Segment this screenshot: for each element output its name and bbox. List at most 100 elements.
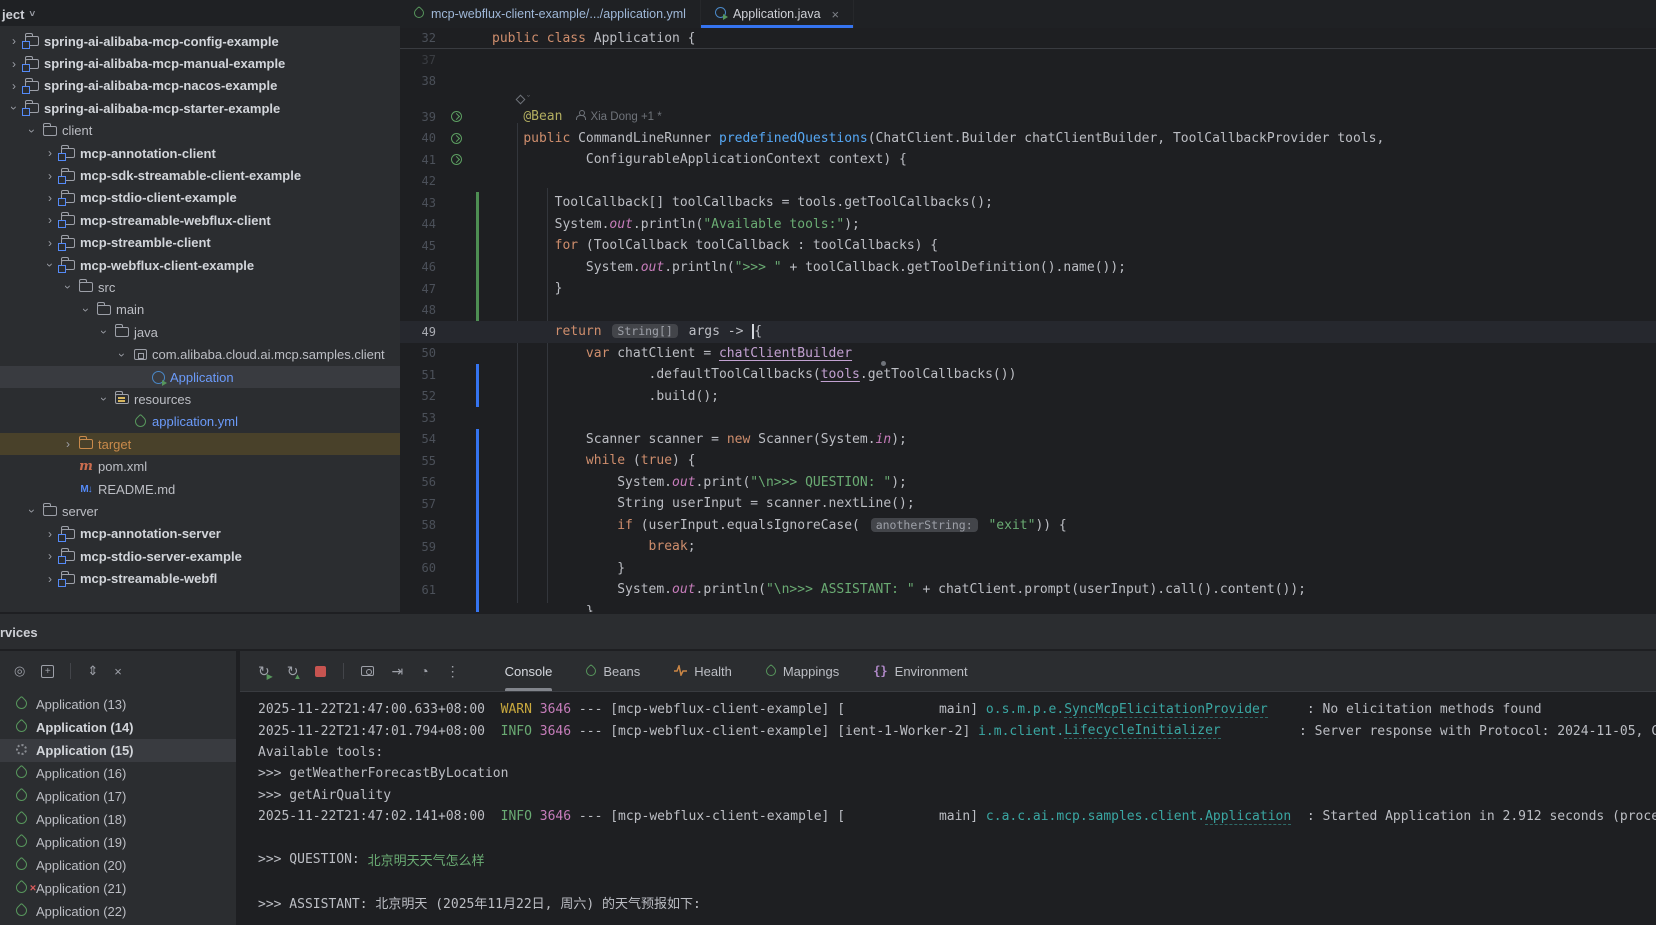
tree-item[interactable]: M↓README.md	[0, 478, 400, 500]
chevron-down-icon[interactable]: ›	[60, 280, 76, 294]
spring-bean-icon[interactable]	[446, 111, 466, 122]
tree-item[interactable]: ›java	[0, 321, 400, 343]
tree-item[interactable]: ›target	[0, 433, 400, 455]
chevron-down-icon[interactable]: ›	[114, 348, 130, 362]
tree-item[interactable]: mpom.xml	[0, 455, 400, 477]
git-change-bar	[476, 235, 479, 257]
console-tab-health[interactable]: Health	[674, 651, 732, 691]
chevron-right-icon[interactable]: ›	[42, 213, 58, 227]
tree-item[interactable]: ›mcp-streamble-client	[0, 232, 400, 254]
add-service-icon[interactable]: +	[41, 665, 54, 678]
service-label: Application (22)	[36, 904, 126, 919]
service-list-item[interactable]: Application (15)	[0, 739, 236, 762]
update-application-icon[interactable]: ↻▲	[287, 663, 299, 680]
service-list-item[interactable]: Application (13)	[0, 693, 236, 716]
tree-item[interactable]: ›mcp-sdk-streamable-client-example	[0, 164, 400, 186]
chevron-down-icon[interactable]: ›	[6, 101, 22, 115]
thread-dump-camera-icon[interactable]	[361, 666, 374, 676]
tree-item[interactable]: ›client	[0, 120, 400, 142]
editor-tab[interactable]: mcp-webflux-client-example/.../applicati…	[400, 0, 701, 28]
service-list-item[interactable]: Application (17)	[0, 785, 236, 808]
tree-item[interactable]: ›spring-ai-alibaba-mcp-nacos-example	[0, 75, 400, 97]
stop-icon[interactable]	[315, 666, 326, 677]
tree-item[interactable]: Application	[0, 366, 400, 388]
chevron-down-icon[interactable]: ›	[24, 124, 40, 138]
tree-item[interactable]: ›com.alibaba.cloud.ai.mcp.samples.client	[0, 343, 400, 365]
console-tab-beans[interactable]: Beans	[586, 651, 640, 691]
toolbar-separator	[343, 663, 344, 679]
chevron-right-icon[interactable]: ›	[42, 549, 58, 563]
logger-link[interactable]: Application	[1205, 809, 1291, 825]
tree-item[interactable]: ›mcp-annotation-server	[0, 523, 400, 545]
tree-item[interactable]: ›mcp-stdio-server-example	[0, 545, 400, 567]
chevron-down-icon[interactable]: ›	[24, 504, 40, 518]
tree-item[interactable]: application.yml	[0, 411, 400, 433]
chevron-right-icon[interactable]: ›	[6, 79, 22, 93]
chevron-right-icon[interactable]: ›	[42, 169, 58, 183]
view-options-icon[interactable]: ◎	[14, 663, 25, 679]
spring-bean-icon[interactable]	[446, 133, 466, 144]
tree-item[interactable]: ›spring-ai-alibaba-mcp-manual-example	[0, 52, 400, 74]
tree-item[interactable]: ›server	[0, 500, 400, 522]
line-number: 60	[400, 561, 446, 575]
module-folder-icon	[58, 529, 78, 539]
tree-item[interactable]: ›spring-ai-alibaba-mcp-config-example	[0, 30, 400, 52]
code-editor[interactable]: 32public class Application {3738ˇ39 @Bea…	[400, 28, 1656, 612]
service-list-item[interactable]: Application (21)	[0, 877, 236, 900]
tree-item[interactable]: ›mcp-streamable-webfl	[0, 567, 400, 589]
console-line: >>> ASSISTANT: 北京明天 (2025年11月22日, 周六) 的天…	[258, 892, 1656, 913]
service-list-item[interactable]: Application (16)	[0, 762, 236, 785]
git-change-bar	[476, 214, 479, 236]
author-icon	[576, 110, 586, 120]
tree-item[interactable]: ›mcp-stdio-client-example	[0, 187, 400, 209]
chevron-right-icon[interactable]: ›	[42, 236, 58, 250]
line-number: 38	[400, 74, 446, 88]
chevron-right-icon[interactable]: ›	[42, 572, 58, 586]
tree-item[interactable]: ›mcp-annotation-client	[0, 142, 400, 164]
more-options-icon[interactable]: ⋮	[446, 663, 460, 680]
chevron-right-icon[interactable]: ›	[6, 57, 22, 71]
service-label: Application (20)	[36, 858, 126, 873]
chevron-down-icon[interactable]: ›	[78, 303, 94, 317]
service-list-item[interactable]: Application (19)	[0, 831, 236, 854]
attach-to-process-icon[interactable]: ⇥	[391, 663, 403, 680]
tree-item[interactable]: ›main	[0, 299, 400, 321]
chevron-down-icon[interactable]: ›	[42, 258, 58, 272]
line-number: 47	[400, 282, 446, 296]
rerun-icon[interactable]: ↻▶	[258, 663, 270, 680]
tree-item[interactable]: ›spring-ai-alibaba-mcp-starter-example	[0, 97, 400, 119]
close-icon[interactable]: ×	[832, 7, 840, 22]
spring-bean-icon[interactable]	[446, 154, 466, 165]
service-list-item[interactable]: Application (20)	[0, 854, 236, 877]
expand-all-icon[interactable]: ⇕	[87, 663, 98, 679]
service-list-item[interactable]: Application (22)	[0, 900, 236, 923]
editor-tab[interactable]: Application.java×	[701, 0, 854, 28]
tree-item[interactable]: ›mcp-webflux-client-example	[0, 254, 400, 276]
profiler-gauge-icon[interactable]: ◔	[420, 663, 428, 679]
chevron-right-icon[interactable]: ›	[60, 437, 76, 451]
chevron-right-icon[interactable]: ›	[42, 191, 58, 205]
collapse-all-icon[interactable]: ×	[114, 664, 122, 679]
project-selector[interactable]: ject ˅	[2, 0, 35, 28]
bean-wrench-inlay-icon[interactable]: ˇ	[517, 94, 530, 104]
code-text: var chatClient = chatClientBuilder	[492, 346, 852, 361]
logger-link[interactable]: SyncMcpElicitationProvider	[1064, 702, 1268, 718]
chevron-right-icon[interactable]: ›	[42, 527, 58, 541]
logger-link[interactable]: LifecycleInitializer	[1064, 723, 1221, 739]
git-change-bar	[476, 515, 479, 537]
module-folder-icon	[22, 103, 42, 113]
chevron-down-icon[interactable]: ›	[96, 392, 112, 406]
tree-item[interactable]: ›mcp-streamable-webflux-client	[0, 209, 400, 231]
console-tab-console[interactable]: Console	[505, 651, 553, 691]
module-folder-icon	[58, 574, 78, 584]
tree-item[interactable]: ›src	[0, 276, 400, 298]
chevron-right-icon[interactable]: ›	[6, 34, 22, 48]
service-list-item[interactable]: Application (18)	[0, 808, 236, 831]
service-list-item[interactable]: Application (14)	[0, 716, 236, 739]
chevron-right-icon[interactable]: ›	[42, 146, 58, 160]
console-tab-mappings[interactable]: Mappings	[766, 651, 839, 691]
console-tab-environment[interactable]: {}Environment	[873, 651, 967, 691]
chevron-down-icon[interactable]: ›	[96, 325, 112, 339]
code-text: System.out.print("\n>>> QUESTION: ");	[492, 475, 907, 490]
tree-item[interactable]: ›resources	[0, 388, 400, 410]
